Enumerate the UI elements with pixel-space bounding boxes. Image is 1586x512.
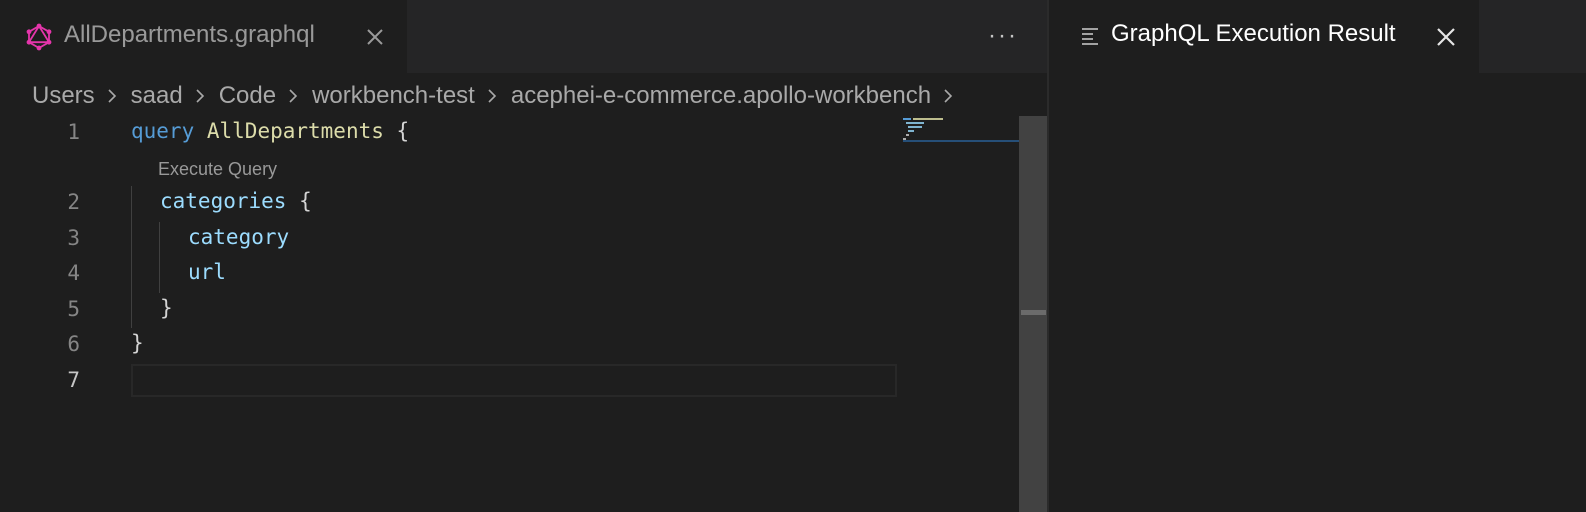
result-tab-bar: GraphQL Execution Result — [1049, 0, 1586, 73]
breadcrumb: Users saad Code workbench-test acephei-e… — [32, 80, 967, 112]
code-editor[interactable]: 1 2 3 4 5 6 7 query AllDepartments { Exe… — [0, 116, 1032, 512]
scrollbar-cursor-marker — [1021, 310, 1046, 315]
line-number: 1 — [67, 120, 80, 144]
minimap-line — [908, 130, 914, 132]
execute-query-codelens[interactable]: Execute Query — [158, 159, 277, 180]
code-line-3: category — [188, 225, 289, 249]
indent-guide — [131, 186, 132, 328]
brace-open: { — [299, 189, 312, 213]
code-line-1: query AllDepartments { — [131, 119, 409, 143]
field-categories: categories — [160, 189, 287, 213]
chevron-right-icon — [944, 89, 953, 103]
minimap-line — [906, 122, 924, 124]
close-icon[interactable] — [363, 25, 387, 49]
breadcrumb-item-workbench-file[interactable]: acephei-e-commerce.apollo-workbench — [511, 82, 931, 110]
brace-close: } — [160, 296, 173, 320]
tab-alldepartments-graphql[interactable]: AllDepartments.graphql — [0, 0, 407, 74]
indent-guide — [159, 222, 160, 293]
editor-group: AllDepartments.graphql ··· Users saad Co… — [0, 0, 1060, 512]
minimap-line — [913, 118, 943, 120]
line-number: 4 — [67, 261, 80, 285]
chevron-right-icon — [108, 89, 116, 103]
breadcrumb-item-workbench-test[interactable]: workbench-test — [312, 82, 475, 110]
editor-tab-bar: AllDepartments.graphql ··· — [0, 0, 1060, 74]
line-number: 3 — [67, 226, 80, 250]
brace-open: { — [396, 119, 410, 143]
chevron-right-icon — [289, 89, 298, 103]
minimap-line — [903, 118, 911, 120]
graphql-icon — [26, 23, 52, 51]
current-line-highlight — [131, 364, 897, 397]
code-line-2: categories { — [160, 189, 312, 213]
code-line-5: } — [160, 296, 173, 320]
line-number-current: 7 — [67, 368, 80, 392]
result-editor-group: GraphQL Execution Result — [1049, 0, 1586, 512]
breadcrumb-item-code[interactable]: Code — [219, 82, 276, 110]
tab-graphql-execution-result[interactable]: GraphQL Execution Result — [1049, 0, 1479, 73]
minimap[interactable] — [903, 116, 1019, 156]
more-actions-icon[interactable]: ··· — [988, 24, 1018, 48]
result-content[interactable] — [1049, 73, 1586, 512]
operation-name: AllDepartments — [206, 119, 384, 143]
brace-close: } — [131, 331, 144, 355]
close-icon[interactable] — [1435, 26, 1457, 48]
tab-label: AllDepartments.graphql — [64, 21, 315, 48]
line-number: 2 — [67, 190, 80, 214]
breadcrumb-item-users[interactable]: Users — [32, 82, 95, 110]
code-line-6: } — [131, 331, 144, 355]
keyword-query: query — [131, 119, 195, 143]
preview-lines-icon — [1082, 28, 1098, 45]
minimap-viewport-marker — [903, 140, 1019, 142]
code-line-4: url — [188, 260, 226, 284]
field-url: url — [188, 260, 226, 284]
result-tab-label: GraphQL Execution Result — [1111, 20, 1396, 47]
breadcrumb-item-saad[interactable]: saad — [131, 82, 183, 110]
field-category: category — [188, 225, 290, 249]
chevron-right-icon — [196, 89, 204, 103]
line-number: 6 — [67, 332, 80, 356]
chevron-right-icon — [488, 89, 496, 103]
line-number: 5 — [67, 297, 80, 321]
minimap-line — [908, 126, 922, 128]
minimap-line — [906, 134, 909, 136]
